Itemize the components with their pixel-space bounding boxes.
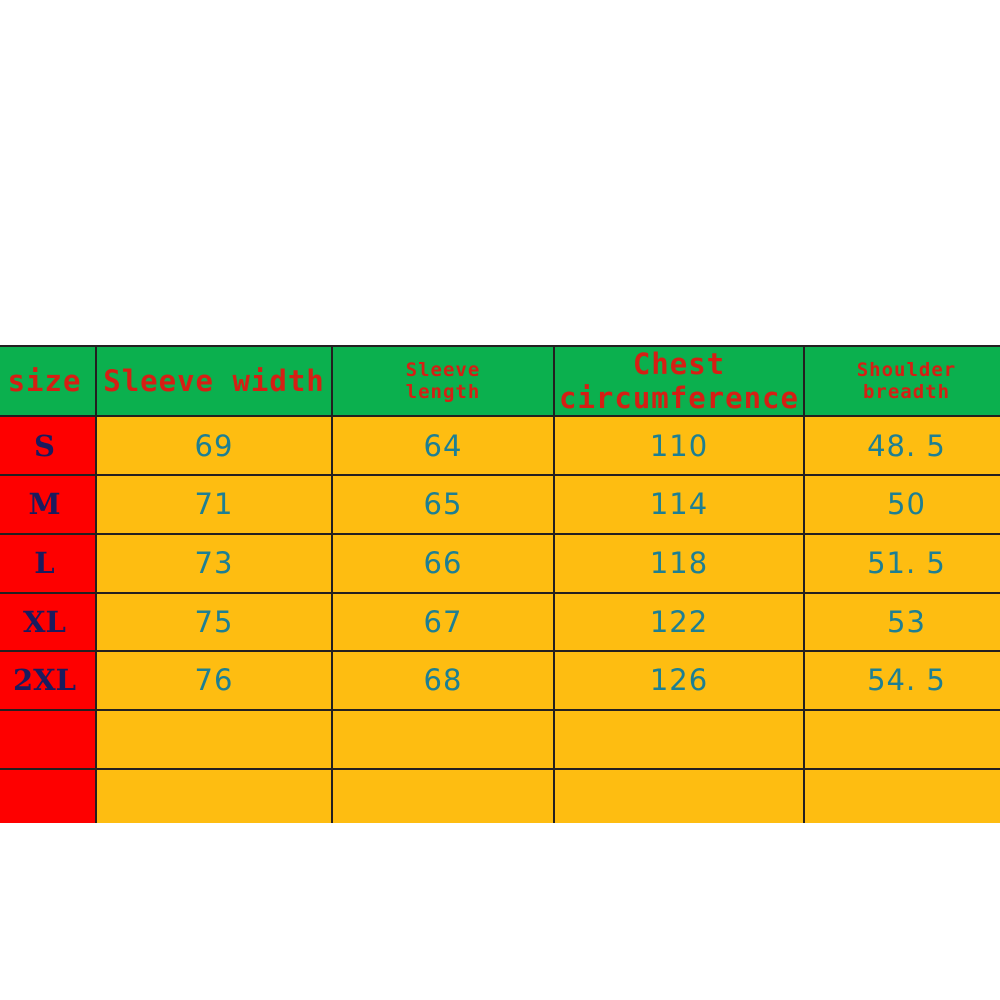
cell-sleeve-width: 73 (95, 532, 333, 594)
cell-size: S (0, 415, 97, 477)
cell-sleeve-width: 69 (95, 415, 333, 477)
table-row: L 73 66 118 51. 5 (0, 532, 1000, 594)
cell-sleeve-length: 66 (331, 532, 555, 594)
size-chart-table: size Sleeve width Sleeve length Chest circ… (0, 345, 1000, 823)
table-row-empty (0, 767, 1000, 823)
cell-size: 2XL (0, 650, 97, 711)
cell-sleeve-length: 67 (331, 591, 555, 653)
column-header-shoulder-breadth: Shoulder breadth (803, 345, 1000, 418)
column-header-sleeve-width: Sleeve width (95, 345, 333, 418)
cell-sleeve-width: 76 (95, 650, 333, 711)
page-root: size Sleeve width Sleeve length Chest circ… (0, 0, 1000, 1000)
cell-chest-circumference: 110 (553, 415, 805, 477)
cell-size: L (0, 532, 97, 594)
cell-size: M (0, 474, 97, 535)
column-header-size: size (0, 345, 97, 418)
column-header-sleeve-length: Sleeve length (331, 345, 555, 418)
cell-sleeve-width: 71 (95, 474, 333, 535)
column-header-chest-circumference: Chest circumference (553, 345, 805, 418)
cell-size (0, 767, 97, 823)
cell-shoulder-breadth: 50 (803, 474, 1000, 535)
cell-chest-circumference: 114 (553, 474, 805, 535)
cell-sleeve-length (331, 767, 555, 823)
cell-shoulder-breadth (803, 708, 1000, 770)
size-chart-body: S 69 64 110 48. 5 M 71 65 114 50 L 73 66 (0, 415, 1000, 823)
table-row-empty (0, 708, 1000, 770)
cell-chest-circumference (553, 767, 805, 823)
cell-shoulder-breadth: 54. 5 (803, 650, 1000, 711)
cell-shoulder-breadth (803, 767, 1000, 823)
table-row: M 71 65 114 50 (0, 474, 1000, 535)
cell-size (0, 708, 97, 770)
cell-sleeve-length: 64 (331, 415, 555, 477)
cell-chest-circumference: 118 (553, 532, 805, 594)
cell-size: XL (0, 591, 97, 653)
cell-sleeve-width (95, 708, 333, 770)
cell-sleeve-width (95, 767, 333, 823)
header-row: size Sleeve width Sleeve length Chest circ… (0, 345, 1000, 418)
cell-sleeve-length: 65 (331, 474, 555, 535)
table-row: XL 75 67 122 53 (0, 591, 1000, 653)
cell-shoulder-breadth: 51. 5 (803, 532, 1000, 594)
cell-chest-circumference: 126 (553, 650, 805, 711)
size-chart-container: size Sleeve width Sleeve length Chest circ… (0, 345, 1000, 823)
cell-sleeve-length (331, 708, 555, 770)
cell-sleeve-width: 75 (95, 591, 333, 653)
table-row: 2XL 76 68 126 54. 5 (0, 650, 1000, 711)
cell-chest-circumference (553, 708, 805, 770)
cell-chest-circumference: 122 (553, 591, 805, 653)
size-chart-header: size Sleeve width Sleeve length Chest circ… (0, 345, 1000, 418)
cell-sleeve-length: 68 (331, 650, 555, 711)
cell-shoulder-breadth: 48. 5 (803, 415, 1000, 477)
cell-shoulder-breadth: 53 (803, 591, 1000, 653)
table-row: S 69 64 110 48. 5 (0, 415, 1000, 477)
